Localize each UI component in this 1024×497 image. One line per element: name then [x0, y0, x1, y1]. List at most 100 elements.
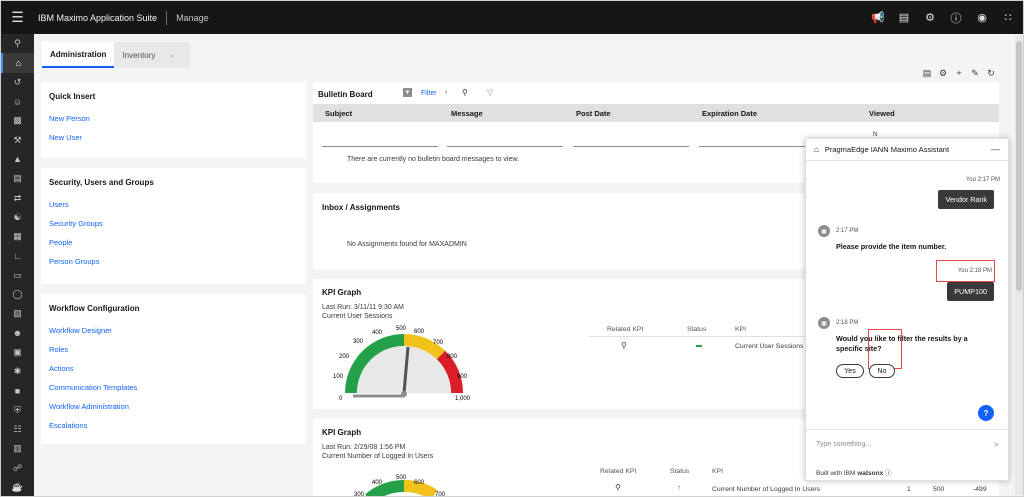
new-person-link[interactable]: New Person	[49, 114, 90, 123]
send-icon[interactable]: ➤	[993, 440, 1000, 449]
message-filter-input[interactable]	[447, 146, 563, 147]
menu-icon[interactable]: ☰	[1, 1, 34, 34]
post-date-filter-input[interactable]	[573, 146, 689, 147]
gauge-label: 300	[354, 492, 365, 497]
scrollbar-thumb[interactable]	[1016, 41, 1022, 291]
chevron-right-icon[interactable]: ›	[445, 89, 447, 96]
brand-title: IBM Maximo Application Suite	[38, 12, 158, 23]
subject-filter-input[interactable]	[322, 146, 438, 147]
highlight-box	[936, 260, 995, 282]
chat-title: PragmaEdge IANN Maximo Assistant	[824, 145, 950, 154]
shield-icon[interactable]: ⛨	[1, 401, 34, 420]
expiration-filter-input[interactable]	[699, 146, 815, 147]
chat-input-area[interactable]: Type something... ➤	[806, 429, 1008, 459]
edit-icon[interactable]: ✎	[967, 68, 983, 79]
notebook-icon[interactable]: ☷	[1, 420, 34, 439]
clear-filter-icon[interactable]: ▽	[487, 88, 493, 97]
message-time: 2:17 PM	[836, 228, 859, 234]
chat-input[interactable]: Type something...	[816, 441, 871, 448]
yes-button[interactable]: Yes	[836, 364, 864, 378]
minimize-icon[interactable]: —	[991, 144, 1000, 154]
bulletin-header: Bulletin Board ▼ Filter › ⚲ ▽	[313, 82, 999, 104]
users-link[interactable]: Users	[49, 200, 69, 209]
graph-icon[interactable]: ∟	[1, 246, 34, 265]
chevron-down-icon[interactable]: ⌄	[169, 51, 175, 59]
gauge-label: 400	[372, 480, 383, 486]
history-icon[interactable]: ↺	[1, 73, 34, 92]
home-icon[interactable]: ⌂	[814, 145, 819, 154]
people-icon[interactable]: ☺	[1, 92, 34, 111]
workflow-icon[interactable]: ⇄	[1, 188, 34, 207]
new-user-link[interactable]: New User	[49, 133, 82, 142]
cube-icon[interactable]: ▣	[1, 343, 34, 362]
app-name: Manage	[176, 12, 209, 23]
card-title: Bulletin Board	[318, 90, 373, 99]
asset-icon[interactable]: ▲	[1, 150, 34, 169]
security-card: Security, Users and Groups Users Securit…	[41, 168, 306, 284]
related-kpi-icon[interactable]: ⚲	[621, 341, 627, 350]
col-viewed[interactable]: Viewed	[869, 109, 895, 118]
building-icon[interactable]: ▥	[1, 439, 34, 458]
clipboard-icon[interactable]: ▤	[891, 11, 917, 24]
gear-icon[interactable]: ⚙	[935, 68, 951, 79]
escalations-link[interactable]: Escalations	[49, 421, 87, 430]
kpi-gauge-2: 300 400 500 600 700	[354, 475, 446, 497]
related-kpi-icon[interactable]: ⚲	[615, 483, 621, 492]
workflow-administration-link[interactable]: Workflow Administration	[49, 402, 129, 411]
megaphone-icon[interactable]: 📢	[865, 11, 891, 24]
footer-brand: watsonx	[857, 470, 884, 477]
no-button[interactable]: No	[869, 364, 895, 378]
network-icon[interactable]: ✱	[1, 362, 34, 381]
kpi2-value-1: 1	[907, 486, 911, 493]
user-avatar-icon[interactable]: ◉	[969, 11, 995, 24]
tab-inventory[interactable]: Inventory ⌄	[114, 42, 183, 68]
add-icon[interactable]: +	[951, 68, 967, 79]
kpi-last-run: Last Run: 3/11/11 9:30 AM	[322, 304, 404, 311]
report-icon[interactable]: ▦	[1, 227, 34, 246]
search-icon[interactable]: ⚲	[1, 34, 34, 53]
search-icon[interactable]: ⚲	[462, 88, 468, 97]
help-icon[interactable]: ⓘ	[943, 10, 969, 26]
security-groups-link[interactable]: Security Groups	[49, 219, 103, 228]
workflow-designer-link[interactable]: Workflow Designer	[49, 326, 112, 335]
globe-icon[interactable]: ◯	[1, 285, 34, 304]
app-frame: ☰ IBM Maximo Application Suite Manage 📢 …	[0, 0, 1024, 497]
home-icon[interactable]: ⌂	[1, 53, 34, 73]
people-link[interactable]: People	[49, 238, 72, 247]
col-message[interactable]: Message	[451, 109, 483, 118]
kpi2-name: Current Number of Logged In Users	[712, 486, 821, 493]
page-scrollbar[interactable]	[1015, 35, 1023, 495]
settings-icon[interactable]: ⚙	[917, 11, 943, 24]
tab-administration[interactable]: Administration	[42, 42, 115, 68]
layout-icon[interactable]: ▤	[919, 68, 935, 79]
person-groups-link[interactable]: Person Groups	[49, 257, 99, 266]
roles-link[interactable]: Roles	[49, 345, 68, 354]
help-button[interactable]: ?	[978, 405, 994, 421]
wrench-icon[interactable]: ⚒	[1, 130, 34, 149]
calendar-icon[interactable]: ▧	[1, 304, 34, 323]
monitor-icon[interactable]: ▭	[1, 266, 34, 285]
cart-icon[interactable]: ☕	[1, 478, 34, 496]
side-nav-rail: ⚲ ⌂ ↺ ☺ ▩ ⚒ ▲ ▤ ⇄ ☯ ▦ ∟ ▭ ◯ ▧ ☻ ▣ ✱ ■ ⛨ …	[1, 34, 34, 496]
lock-icon[interactable]: ☍	[1, 459, 34, 478]
gauge-label: 0	[339, 396, 343, 402]
document-icon[interactable]: ▤	[1, 169, 34, 188]
bot-avatar-icon: ▣	[818, 317, 830, 329]
col-post-date[interactable]: Post Date	[576, 109, 611, 118]
hierarchy-icon[interactable]: ☯	[1, 208, 34, 227]
filter-link[interactable]: Filter	[421, 90, 437, 97]
info-icon[interactable]: ⓘ	[885, 470, 892, 477]
col-subject[interactable]: Subject	[325, 109, 352, 118]
user-icon[interactable]: ☻	[1, 323, 34, 342]
app-switcher-icon[interactable]: ∷	[995, 11, 1021, 24]
gauge-label: 500	[396, 475, 407, 481]
gauge-label: 700	[435, 492, 446, 497]
storage-icon[interactable]: ■	[1, 381, 34, 400]
filter-toggle-icon[interactable]: ▼	[403, 88, 412, 97]
actions-link[interactable]: Actions	[49, 364, 74, 373]
communication-templates-link[interactable]: Communication Templates	[49, 383, 137, 392]
refresh-icon[interactable]: ↻	[983, 68, 999, 79]
col-expiration-date[interactable]: Expiration Date	[702, 109, 757, 118]
kpi-col-status: Status	[687, 326, 707, 333]
chart-icon[interactable]: ▩	[1, 111, 34, 130]
